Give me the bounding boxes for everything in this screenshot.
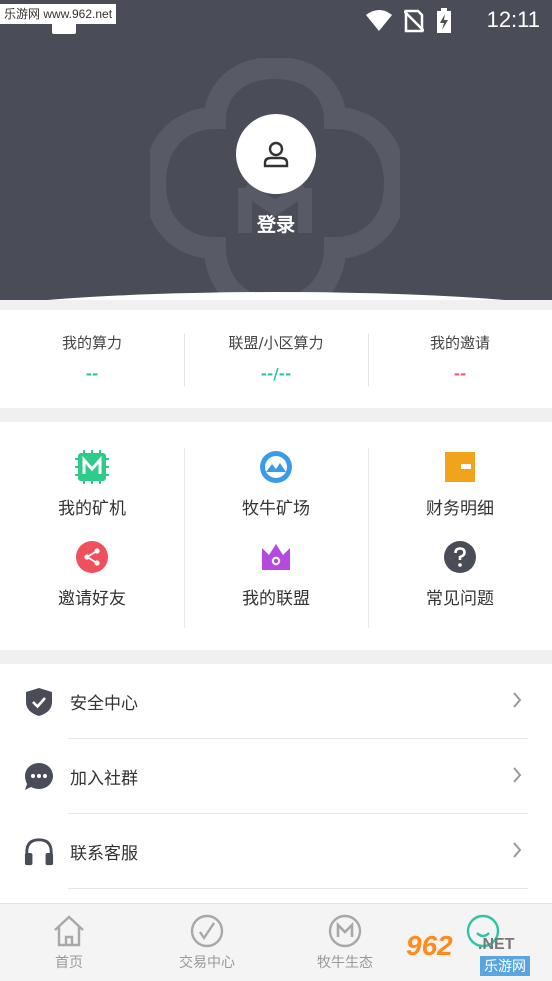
tab-label: 牧牛生态 [317,955,373,971]
stat-value: -- [85,365,99,383]
grid-item-invite-friends[interactable]: 邀请好友 [0,540,184,630]
stat-value: --/-- [260,365,292,383]
headphones-icon [24,837,54,867]
battery-charging-icon [437,8,451,33]
stat-label: 我的邀请 [429,334,490,352]
grid-item-faq[interactable]: 常见问题 [368,540,552,630]
share-icon [75,540,109,574]
watermark-cn: 乐游网 [480,956,530,976]
grid-column: 财务明细 常见问题 [368,448,552,632]
question-icon [443,540,477,574]
tab-label: 首页 [55,955,83,971]
grid-label: 常见问题 [426,589,494,609]
header-curve [0,292,552,300]
status-icons [366,8,452,34]
shield-check-icon [24,687,54,717]
watermark-net: .NET [478,936,515,953]
chat-bubble-icon [24,762,54,792]
notification-icon [52,22,76,34]
site-watermark: 乐游网 www.962.net [0,4,117,24]
grid-column: 牧牛矿场 我的联盟 [184,448,368,632]
avatar-button[interactable] [236,114,316,194]
stat-my-hashrate: 我的算力 -- [0,332,184,408]
mountain-icon [259,450,293,484]
tab-ecosystem[interactable]: 牧牛生态 [276,904,414,981]
user-icon [263,141,289,168]
stat-label: 联盟/小区算力 [228,334,324,352]
stat-my-invites: 我的邀请 -- [368,332,552,408]
stat-alliance-hashrate: 联盟/小区算力 --/-- [184,332,368,408]
no-sim-icon [404,9,424,33]
grid-item-mining-farm[interactable]: 牧牛矿场 [184,450,368,540]
feature-grid: 我的矿机 邀请好友 牧牛矿场 我的联盟 财务明细 常见问题 [0,422,552,650]
menu-label: 加入社群 [70,769,138,789]
menu-item-security-center[interactable]: 安全中心 [0,664,552,739]
stat-value: -- [453,365,467,383]
menu-label: 安全中心 [70,694,138,714]
menu-label: 联系客服 [70,844,138,864]
m-logo-icon [328,914,362,948]
grid-item-my-alliance[interactable]: 我的联盟 [184,540,368,630]
site-logo-watermark: 962 .NET 乐游网 [406,930,546,978]
wallet-icon [443,450,477,484]
menu-item-contact-support[interactable]: 联系客服 [0,814,552,889]
stats-panel: 我的算力 -- 联盟/小区算力 --/-- 我的邀请 -- [0,310,552,408]
grid-column: 我的矿机 邀请好友 [0,450,184,632]
status-bar: 乐游网 www.962.net 12:11 [0,0,552,38]
miner-chip-icon [75,450,109,484]
tab-home[interactable]: 首页 [0,904,138,981]
tab-label: 交易中心 [179,955,235,971]
grid-item-my-miners[interactable]: 我的矿机 [0,450,184,540]
chevron-right-icon [513,842,522,858]
grid-label: 牧牛矿场 [242,499,310,519]
clock: 12:11 [486,7,540,32]
settings-menu: 安全中心 加入社群 联系客服 [0,664,552,904]
crown-icon [259,540,293,574]
grid-label: 我的矿机 [58,499,126,519]
stat-label: 我的算力 [61,334,122,352]
wifi-icon [366,10,392,31]
exchange-icon [190,914,224,948]
watermark-number: 962 [406,930,453,961]
tab-trading-center[interactable]: 交易中心 [138,904,276,981]
grid-item-finance-details[interactable]: 财务明细 [368,450,552,540]
chevron-right-icon [513,692,522,708]
grid-label: 我的联盟 [242,589,310,609]
grid-label: 财务明细 [426,499,494,519]
menu-item-join-community[interactable]: 加入社群 [0,739,552,814]
chevron-right-icon [513,767,522,783]
grid-label: 邀请好友 [58,589,126,609]
login-link[interactable]: 登录 [236,210,316,237]
home-icon [54,915,84,947]
